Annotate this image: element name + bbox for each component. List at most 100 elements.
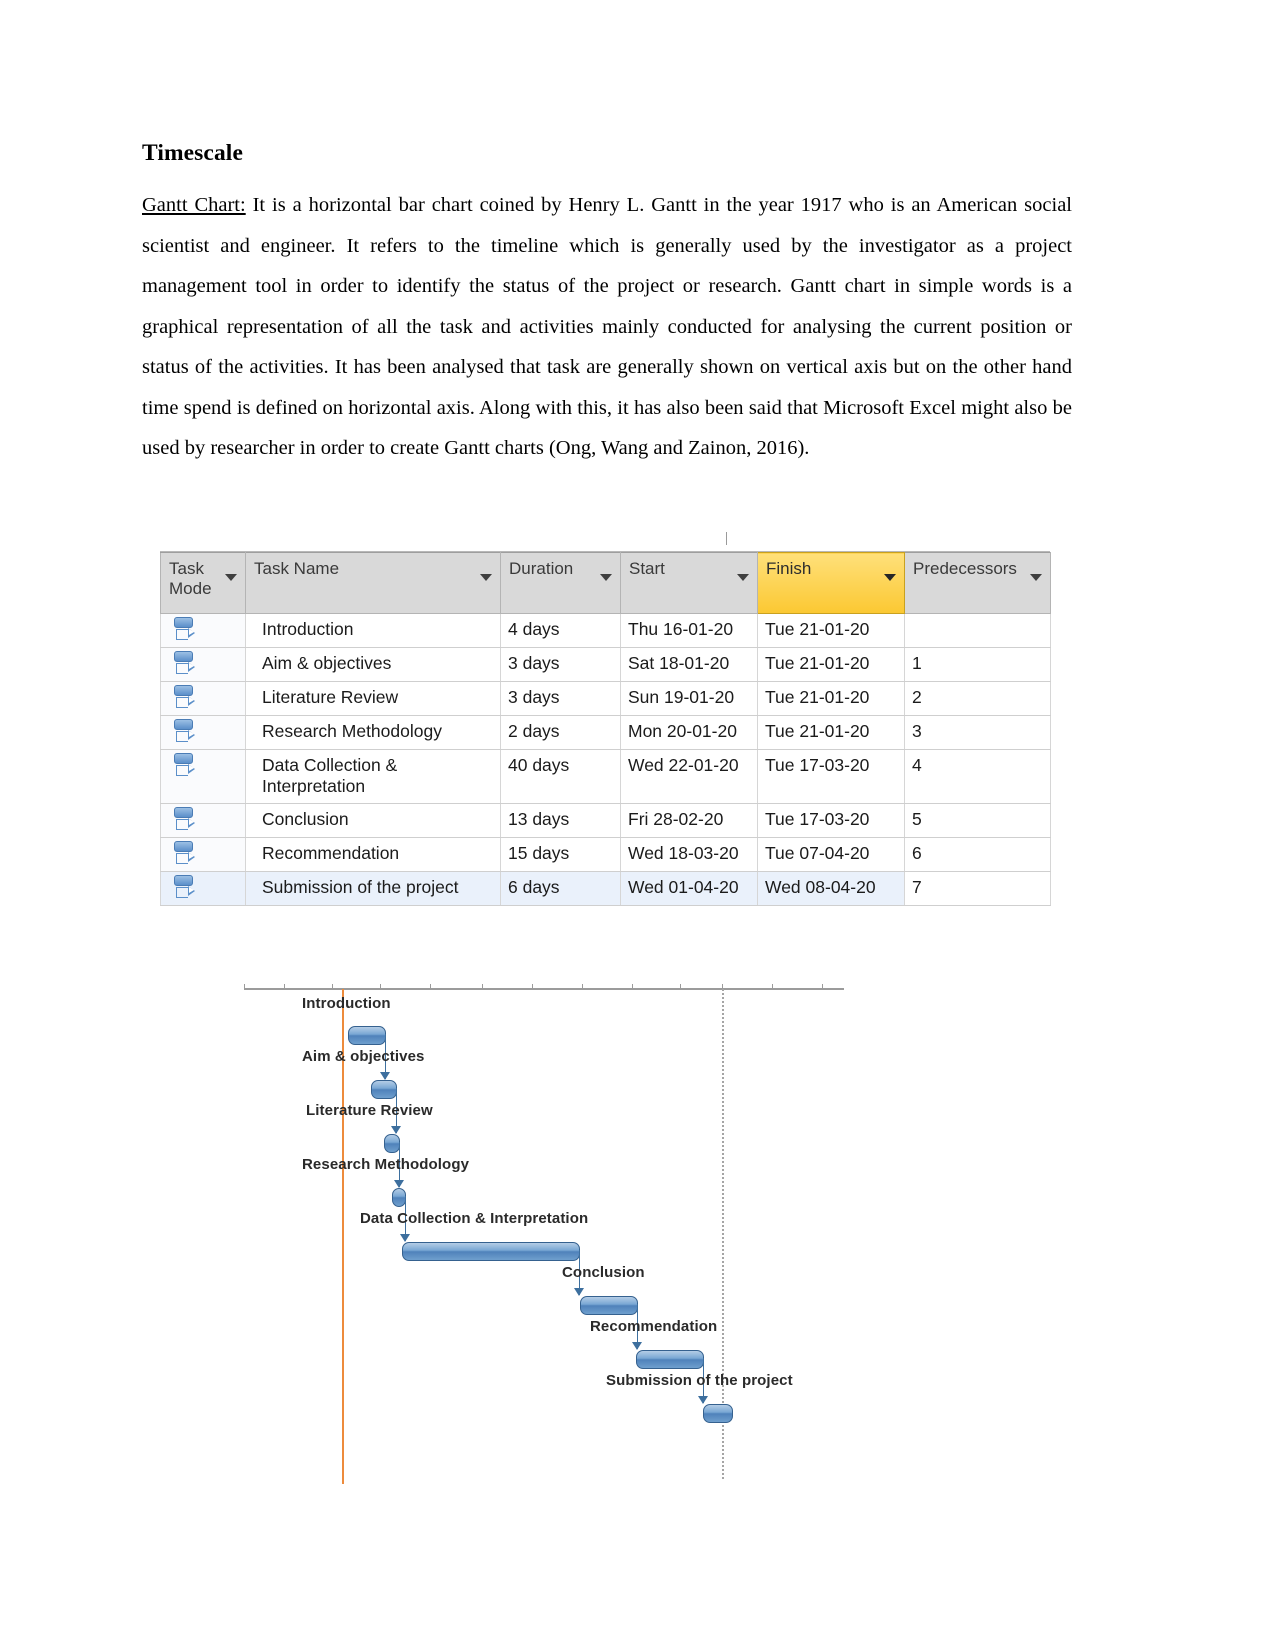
finish-cell[interactable]: Tue 17-03-20 [757,803,905,838]
dependency-arrow-icon [574,1288,584,1296]
task-name-cell[interactable]: Submission of the project [245,871,501,906]
start-cell[interactable]: Sat 18-01-20 [620,647,758,682]
finish-cell[interactable]: Tue 21-01-20 [757,613,905,648]
task-mode-cell[interactable] [160,715,246,750]
task-mode-cell[interactable] [160,681,246,716]
gantt-task-bar[interactable] [580,1296,638,1315]
task-mode-cell[interactable] [160,803,246,838]
gantt-task-label: Research Methodology [302,1156,470,1173]
table-row[interactable]: Conclusion 13 days Fri 28-02-20 Tue 17-0… [160,803,1051,838]
task-grid: Task Mode Task Name Duration Start Finis… [160,552,1051,906]
gantt-task-bar[interactable] [402,1242,580,1261]
axis-tick [284,984,285,989]
finish-cell[interactable]: Tue 21-01-20 [757,681,905,716]
column-header-finish[interactable]: Finish [757,552,905,614]
axis-tick [772,984,773,989]
task-name-cell[interactable]: Conclusion [245,803,501,838]
start-cell[interactable]: Fri 28-02-20 [620,803,758,838]
predecessors-cell[interactable]: 4 [904,749,1051,804]
filter-dropdown-icon[interactable] [884,574,896,581]
predecessors-cell[interactable]: 2 [904,681,1051,716]
body-paragraph: Gantt Chart: It is a horizontal bar char… [142,185,1072,469]
task-name-cell[interactable]: Literature Review [245,681,501,716]
start-cell[interactable]: Sun 19-01-20 [620,681,758,716]
predecessors-cell[interactable] [904,613,1051,648]
column-header-predecessors[interactable]: Predecessors [904,552,1051,614]
gantt-task-bar[interactable] [636,1350,704,1369]
predecessors-cell[interactable]: 7 [904,871,1051,906]
duration-cell[interactable]: 40 days [500,749,621,804]
column-header-start[interactable]: Start [620,552,758,614]
filter-dropdown-icon[interactable] [1030,574,1042,581]
column-header-duration[interactable]: Duration [500,552,621,614]
duration-cell[interactable]: 15 days [500,837,621,872]
task-mode-cell[interactable] [160,613,246,648]
gantt-task-bar[interactable] [384,1134,400,1153]
task-name-cell[interactable]: Data Collection & Interpretation [245,749,501,804]
column-header-task-mode[interactable]: Task Mode [160,552,246,614]
column-header-finish-label: Finish [766,559,812,578]
finish-cell[interactable]: Tue 21-01-20 [757,647,905,682]
gantt-task-bar[interactable] [348,1026,386,1045]
table-row[interactable]: Recommendation 15 days Wed 18-03-20 Tue … [160,837,1051,872]
axis-tick [582,984,583,989]
task-name-cell[interactable]: Recommendation [245,837,501,872]
start-cell[interactable]: Thu 16-01-20 [620,613,758,648]
task-mode-cell[interactable] [160,647,246,682]
task-mode-cell[interactable] [160,871,246,906]
finish-cell[interactable]: Wed 08-04-20 [757,871,905,906]
table-top-ruler [160,529,1050,552]
task-name-cell[interactable]: Introduction [245,613,501,648]
duration-cell[interactable]: 3 days [500,647,621,682]
predecessors-cell[interactable]: 1 [904,647,1051,682]
document-text-block: Timescale Gantt Chart: It is a horizonta… [142,140,1072,469]
gantt-task-bar[interactable] [371,1080,397,1099]
table-row[interactable]: Submission of the project 6 days Wed 01-… [160,871,1051,906]
gantt-task-bar[interactable] [392,1188,406,1207]
task-name-cell[interactable]: Aim & objectives [245,647,501,682]
column-header-task-name[interactable]: Task Name [245,552,501,614]
auto-schedule-icon [173,841,195,865]
filter-dropdown-icon[interactable] [600,574,612,581]
axis-tick [632,984,633,989]
table-row[interactable]: Research Methodology 2 days Mon 20-01-20… [160,715,1051,750]
axis-tick [244,984,245,989]
duration-cell[interactable]: 6 days [500,871,621,906]
auto-schedule-icon [173,875,195,899]
task-name-cell[interactable]: Research Methodology [245,715,501,750]
predecessors-cell[interactable]: 5 [904,803,1051,838]
gantt-task-bar[interactable] [703,1404,733,1423]
finish-cell[interactable]: Tue 17-03-20 [757,749,905,804]
body-paragraph-text: It is a horizontal bar chart coined by H… [142,194,1072,459]
start-cell[interactable]: Wed 22-01-20 [620,749,758,804]
task-mode-cell[interactable] [160,749,246,804]
auto-schedule-icon [173,685,195,709]
duration-cell[interactable]: 2 days [500,715,621,750]
table-row[interactable]: Data Collection & Interpretation 40 days… [160,749,1051,804]
dependency-arrow-icon [632,1342,642,1350]
table-row[interactable]: Introduction 4 days Thu 16-01-20 Tue 21-… [160,613,1051,648]
start-cell[interactable]: Mon 20-01-20 [620,715,758,750]
finish-cell[interactable]: Tue 21-01-20 [757,715,905,750]
predecessors-cell[interactable]: 3 [904,715,1051,750]
table-row[interactable]: Literature Review 3 days Sun 19-01-20 Tu… [160,681,1051,716]
project-task-table: Task Mode Task Name Duration Start Finis… [160,529,1051,906]
table-row[interactable]: Aim & objectives 3 days Sat 18-01-20 Tue… [160,647,1051,682]
start-cell[interactable]: Wed 01-04-20 [620,871,758,906]
axis-tick [680,984,681,989]
finish-cell[interactable]: Tue 07-04-20 [757,837,905,872]
filter-dropdown-icon[interactable] [480,574,492,581]
axis-tick [332,984,333,989]
column-header-task-mode-label: Task Mode [169,559,212,598]
filter-dropdown-icon[interactable] [737,574,749,581]
duration-cell[interactable]: 13 days [500,803,621,838]
start-cell[interactable]: Wed 18-03-20 [620,837,758,872]
duration-cell[interactable]: 3 days [500,681,621,716]
filter-dropdown-icon[interactable] [225,574,237,581]
column-header-start-label: Start [629,559,665,578]
gantt-timeline-axis [244,988,844,990]
task-grid-body: Introduction 4 days Thu 16-01-20 Tue 21-… [160,613,1051,906]
predecessors-cell[interactable]: 6 [904,837,1051,872]
task-mode-cell[interactable] [160,837,246,872]
duration-cell[interactable]: 4 days [500,613,621,648]
